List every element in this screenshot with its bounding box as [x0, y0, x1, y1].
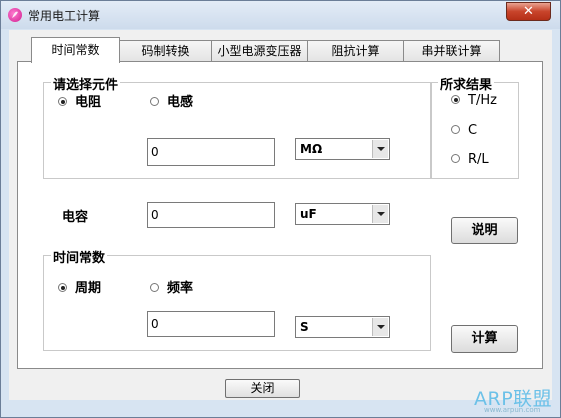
tab-small-transformer[interactable]: 小型电源变压器 — [211, 40, 308, 61]
radio-inductor[interactable]: 电感 — [150, 91, 193, 110]
radio-label: C — [468, 123, 478, 138]
close-icon: ✕ — [523, 4, 534, 19]
tab-impedance[interactable]: 阻抗计算 — [307, 40, 404, 61]
app-logo-icon — [8, 8, 22, 22]
tab-series-parallel[interactable]: 串并联计算 — [403, 40, 500, 61]
window-title: 常用电工计算 — [28, 9, 101, 23]
radio-unchecked-icon — [451, 125, 460, 134]
radio-checked-icon — [451, 95, 460, 104]
result-group-title: 所求结果 — [438, 74, 495, 93]
radio-result-r-l[interactable]: R/L — [451, 152, 489, 167]
radio-unchecked-icon — [150, 283, 159, 292]
capacitor-unit-select[interactable]: uF — [295, 203, 390, 225]
radio-checked-icon — [58, 97, 67, 106]
radio-checked-icon — [58, 283, 67, 292]
tab-code-conversion[interactable]: 码制转换 — [119, 40, 212, 61]
time-unit-select[interactable]: S — [295, 316, 390, 338]
radio-result-c[interactable]: C — [451, 123, 477, 138]
capacitor-value-input[interactable] — [147, 202, 275, 228]
select-value: uF — [300, 207, 317, 221]
tab-time-constant[interactable]: 时间常数 — [31, 37, 120, 63]
help-button[interactable]: 说明 — [451, 217, 518, 244]
capacitor-label: 电容 — [62, 210, 89, 225]
tab-label: 小型电源变压器 — [217, 44, 302, 58]
radio-label: 周期 — [75, 281, 102, 296]
chevron-down-icon[interactable] — [372, 318, 388, 336]
radio-label: R/L — [468, 152, 489, 167]
radio-label: 电感 — [167, 95, 194, 110]
watermark: ARP联盟 www.arpun.com — [474, 386, 558, 416]
watermark-url: www.arpun.com — [484, 406, 541, 414]
radio-label: 频率 — [167, 281, 194, 296]
window-close-button[interactable]: ✕ — [506, 2, 551, 21]
select-value: S — [300, 320, 309, 334]
tab-label: 阻抗计算 — [331, 44, 380, 58]
radio-label: T/Hz — [468, 93, 497, 108]
radio-label: 电阻 — [75, 95, 102, 110]
component-unit-select[interactable]: MΩ — [295, 138, 390, 160]
tab-label: 串并联计算 — [421, 44, 482, 58]
tab-label: 码制转换 — [141, 44, 190, 58]
tab-label: 时间常数 — [51, 43, 100, 57]
calculate-button[interactable]: 计算 — [451, 325, 518, 353]
time-constant-group-title: 时间常数 — [51, 247, 108, 266]
radio-unchecked-icon — [150, 97, 159, 106]
title-bar[interactable]: 常用电工计算 ✕ — [1, 1, 560, 29]
component-value-input[interactable] — [147, 138, 275, 166]
time-value-input[interactable] — [147, 311, 275, 337]
radio-result-t-hz[interactable]: T/Hz — [451, 93, 497, 108]
select-value: MΩ — [300, 142, 323, 156]
close-button[interactable]: 关闭 — [225, 379, 300, 398]
radio-unchecked-icon — [451, 154, 460, 163]
radio-frequency[interactable]: 频率 — [150, 277, 193, 296]
radio-resistor[interactable]: 电阻 — [58, 91, 101, 110]
radio-period[interactable]: 周期 — [58, 277, 101, 296]
chevron-down-icon[interactable] — [372, 140, 388, 158]
chevron-down-icon[interactable] — [372, 205, 388, 223]
